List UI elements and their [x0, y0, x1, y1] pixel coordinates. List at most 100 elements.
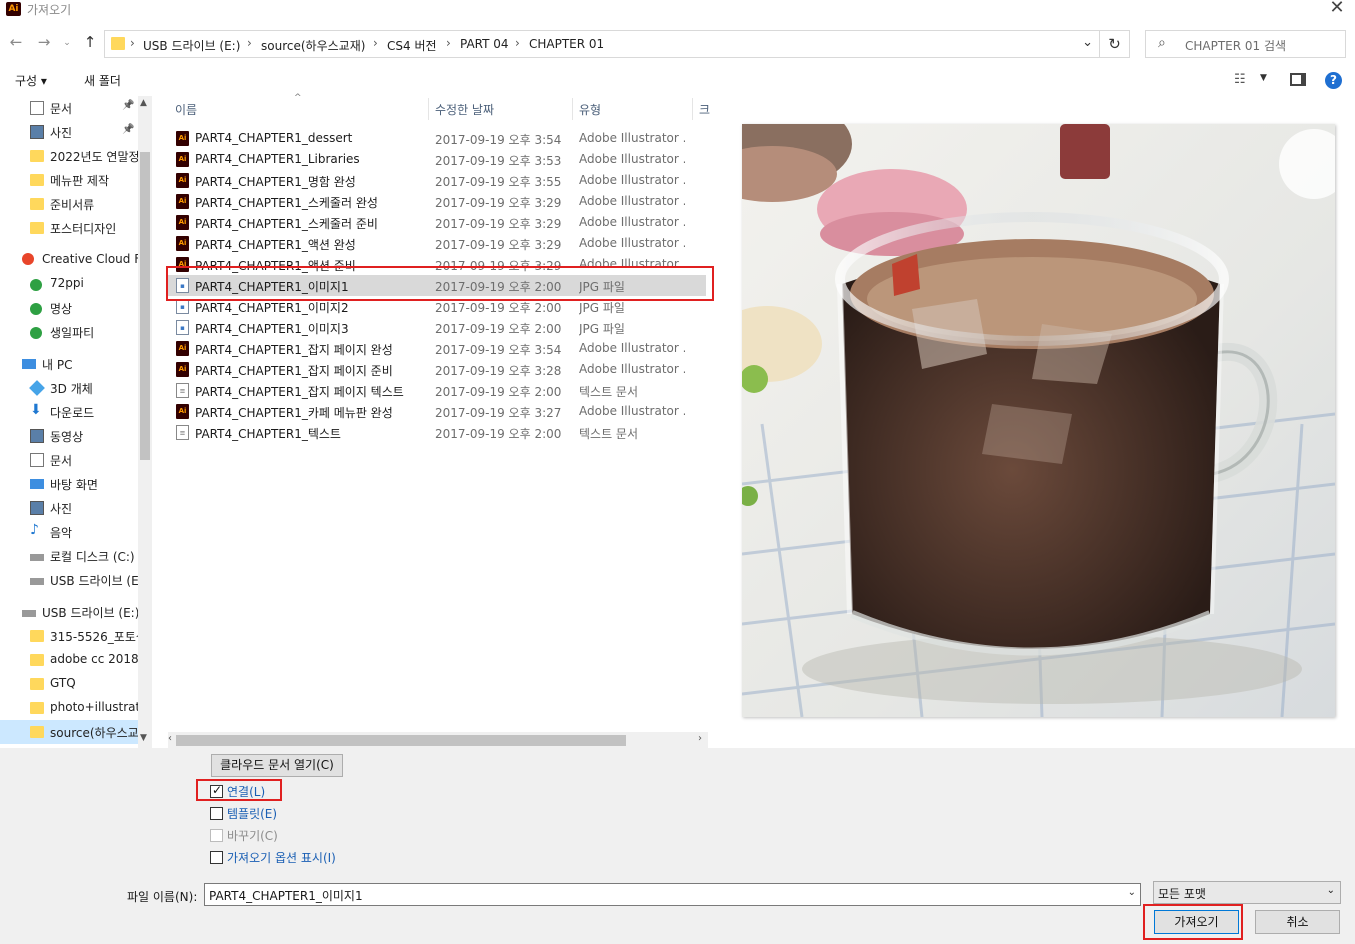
view-options-icon[interactable]: ☷ — [1234, 72, 1246, 87]
chevron-down-icon[interactable]: ⌄ — [1128, 887, 1136, 898]
forward-arrow-icon[interactable]: → — [35, 33, 53, 51]
sidebar-item[interactable]: ♪ 음악 — [0, 520, 138, 544]
sidebar-item[interactable]: USB 드라이브 (E — [0, 568, 138, 592]
sidebar-item[interactable]: adobe cc 2018 — [0, 648, 138, 672]
chevron-down-icon[interactable]: ⌄ — [1082, 35, 1093, 50]
sidebar-item[interactable]: Creative Cloud Fil — [0, 248, 138, 272]
pin-icon: 📌 — [122, 100, 135, 111]
file-row[interactable]: Ai PART4_CHAPTER1_카페 메뉴판 완성 2017-09-19 오후 … — [168, 401, 706, 422]
file-row[interactable]: Ai PART4_CHAPTER1_스케줄러 준비 2017-09-19 오후 3:… — [168, 212, 706, 233]
chevron-up-icon[interactable]: ▲ — [140, 98, 147, 108]
chevron-left-icon[interactable]: ‹ — [168, 733, 172, 744]
back-arrow-icon[interactable]: ← — [7, 33, 25, 51]
file-row[interactable]: Ai PART4_CHAPTER1_명함 완성 2017-09-19 오후 3:55… — [168, 170, 706, 191]
column-divider[interactable] — [428, 98, 429, 120]
dialog-footer: 클라우드 문서 열기(C) ✓ 연결(L) 템플릿(E) 바꾸기(C) 가져오기… — [0, 748, 1355, 944]
sidebar-item[interactable]: ⬇ 다운로드 — [0, 400, 138, 424]
folder-icon — [30, 654, 44, 666]
column-divider[interactable] — [572, 98, 573, 120]
file-type: JPG 파일 — [579, 301, 625, 315]
sidebar-item[interactable]: 동영상 — [0, 424, 138, 448]
up-arrow-icon[interactable]: ↑ — [81, 33, 99, 51]
sidebar-item[interactable]: GTQ — [0, 672, 138, 696]
column-header-size[interactable]: 크 — [699, 101, 710, 118]
sidebar-item[interactable]: 사진 📌 — [0, 120, 138, 144]
sidebar-item[interactable]: 72ppi — [0, 272, 138, 296]
sidebar-item[interactable]: 바탕 화면 — [0, 472, 138, 496]
close-button[interactable]: ✕ — [1325, 0, 1349, 19]
nav-scrollbar[interactable]: ▲ ▼ — [138, 96, 152, 748]
folder-icon — [30, 702, 44, 714]
column-header-name[interactable]: 이름 — [175, 101, 197, 118]
horizontal-scrollbar[interactable]: ‹ › — [168, 732, 708, 749]
scroll-thumb[interactable] — [176, 735, 626, 746]
file-date: 2017-09-19 오후 3:29 — [435, 238, 562, 252]
breadcrumb-cs4[interactable]: CS4 버전 — [387, 37, 437, 54]
file-name: PART4_CHAPTER1_이미지2 — [195, 301, 349, 315]
file-type: Adobe Illustrator ... — [579, 362, 685, 376]
template-checkbox[interactable] — [210, 807, 223, 820]
breadcrumb-usb-drive[interactable]: USB 드라이브 (E:) — [143, 37, 240, 54]
breadcrumb-chapter01[interactable]: CHAPTER 01 — [529, 37, 604, 51]
chevron-down-icon[interactable]: ▼ — [140, 733, 147, 743]
refresh-icon[interactable]: ↻ — [1100, 30, 1130, 58]
filename-input[interactable]: PART4_CHAPTER1_이미지1 ⌄ — [204, 883, 1141, 906]
sidebar-item-label: USB 드라이브 (E — [50, 574, 138, 588]
sidebar-item[interactable]: 2022년도 연말정 — [0, 144, 138, 168]
template-checkbox-label[interactable]: 템플릿(E) — [227, 805, 277, 822]
file-type: Adobe Illustrator ... — [579, 404, 685, 418]
sidebar-item[interactable]: USB 드라이브 (E:) — [0, 600, 138, 624]
chevron-down-icon[interactable]: ⌄ — [1327, 885, 1335, 896]
organize-button[interactable]: 구성 ▾ — [15, 72, 47, 89]
file-row[interactable]: ≡ PART4_CHAPTER1_잡지 페이지 텍스트 2017-09-19 오후 … — [168, 380, 706, 401]
help-icon[interactable]: ? — [1325, 72, 1342, 89]
chevron-right-icon[interactable]: › — [698, 733, 702, 744]
file-type: Adobe Illustrator ... — [579, 236, 685, 250]
sidebar-item[interactable]: source(하우스교재 — [0, 720, 138, 744]
address-bar[interactable]: › USB 드라이브 (E:) › source(하우스교재) › CS4 버전… — [104, 30, 1100, 58]
show-import-options-checkbox[interactable] — [210, 851, 223, 864]
sidebar-item[interactable]: photo+illustrate — [0, 696, 138, 720]
column-header-date[interactable]: 수정한 날짜 — [435, 101, 494, 118]
sidebar-item-label: 음악 — [50, 526, 73, 540]
file-row[interactable]: Ai PART4_CHAPTER1_Libraries 2017-09-19 오후 … — [168, 149, 706, 170]
open-cloud-document-button[interactable]: 클라우드 문서 열기(C) — [211, 754, 343, 777]
cancel-button[interactable]: 취소 — [1255, 910, 1340, 934]
breadcrumb-separator-icon: › — [247, 36, 252, 50]
scroll-thumb[interactable] — [140, 152, 150, 460]
breadcrumb-part04[interactable]: PART 04 — [460, 37, 509, 51]
sidebar-item[interactable]: 내 PC — [0, 352, 138, 376]
breadcrumb-source[interactable]: source(하우스교재) — [261, 37, 365, 54]
sidebar-item[interactable]: 문서 📌 — [0, 96, 138, 120]
text-file-icon: ≡ — [176, 383, 189, 398]
new-folder-button[interactable]: 새 폴더 — [84, 72, 121, 89]
column-divider[interactable] — [692, 98, 693, 120]
recent-locations-chevron-icon[interactable]: ⌄ — [58, 38, 76, 48]
folder-icon — [111, 37, 125, 50]
sidebar-item[interactable]: 문서 — [0, 448, 138, 472]
file-row[interactable]: Ai PART4_CHAPTER1_잡지 페이지 준비 2017-09-19 오후 … — [168, 359, 706, 380]
file-type-filter-select[interactable]: 모든 포맷 ⌄ — [1153, 881, 1341, 904]
sidebar-item[interactable]: 315-5526_포토샵 — [0, 624, 138, 648]
show-import-options-label[interactable]: 가져오기 옵션 표시(I) — [227, 849, 336, 866]
sidebar-item[interactable]: 사진 — [0, 496, 138, 520]
file-row[interactable]: ▪ PART4_CHAPTER1_이미지3 2017-09-19 오후 2:00 JP… — [168, 317, 706, 338]
sidebar-item[interactable]: 준비서류 — [0, 192, 138, 216]
sidebar-item[interactable]: 명상 — [0, 296, 138, 320]
file-row[interactable]: Ai PART4_CHAPTER1_스케줄러 완성 2017-09-19 오후 3:… — [168, 191, 706, 212]
preview-pane-icon[interactable] — [1290, 73, 1306, 86]
search-input[interactable]: ⌕ CHAPTER 01 검색 — [1145, 30, 1346, 58]
sidebar-item[interactable]: 메뉴판 제작 — [0, 168, 138, 192]
sidebar-item[interactable]: 포스터디자인 — [0, 216, 138, 240]
file-date: 2017-09-19 오후 3:54 — [435, 343, 562, 357]
replace-checkbox[interactable] — [210, 829, 223, 842]
sidebar-item[interactable]: 3D 개체 — [0, 376, 138, 400]
file-row[interactable]: ≡ PART4_CHAPTER1_텍스트 2017-09-19 오후 2:00 텍스트… — [168, 422, 706, 443]
sidebar-item[interactable]: 로컬 디스크 (C:) — [0, 544, 138, 568]
sidebar-item[interactable]: 생일파티 — [0, 320, 138, 344]
file-row[interactable]: Ai PART4_CHAPTER1_잡지 페이지 완성 2017-09-19 오후 … — [168, 338, 706, 359]
column-header-type[interactable]: 유형 — [579, 101, 601, 118]
chevron-down-icon[interactable]: ▼ — [1260, 73, 1267, 83]
file-row[interactable]: Ai PART4_CHAPTER1_액션 완성 2017-09-19 오후 3:29… — [168, 233, 706, 254]
file-row[interactable]: Ai PART4_CHAPTER1_dessert 2017-09-19 오후 3:… — [168, 128, 706, 149]
